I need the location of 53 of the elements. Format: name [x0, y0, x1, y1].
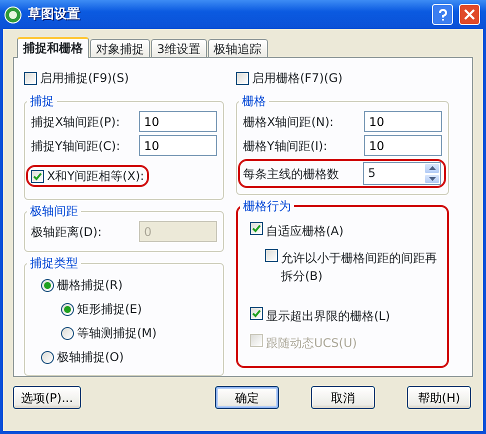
group-title: 捕捉 [29, 94, 55, 108]
input-field[interactable]: 10 [364, 135, 442, 156]
checkbox-label: 启用捕捉(F9)(S) [40, 70, 129, 87]
spin-up-icon[interactable] [424, 163, 440, 174]
spin-down-icon[interactable] [424, 174, 440, 184]
dialog-button[interactable]: 取消 [311, 386, 375, 409]
field-label: 捕捉X轴间距(P): [31, 114, 120, 130]
field-label: 捕捉Y轴间距(C): [31, 138, 120, 154]
checkbox[interactable] [265, 249, 278, 262]
radio-button[interactable] [61, 302, 74, 316]
help-button[interactable] [432, 4, 453, 25]
tab[interactable]: 捕捉和栅格 [17, 37, 89, 58]
radio-label: 栅格捕捉(R) [57, 277, 123, 294]
radio-label: 等轴测捕捉(M) [77, 325, 157, 342]
checkbox[interactable] [250, 222, 263, 235]
group-title: 极轴间距 [29, 204, 79, 218]
spin-field[interactable]: 5 [363, 162, 441, 185]
tab[interactable]: 极轴追踪 [208, 39, 268, 57]
radio-button[interactable] [41, 350, 54, 364]
checkbox[interactable] [250, 307, 263, 320]
group-title: 栅格 [241, 94, 267, 108]
checkbox-label: 显示超出界限的栅格(L) [266, 308, 390, 325]
tab[interactable]: 3维设置 [151, 39, 207, 57]
dialog-button[interactable]: 确定 [215, 386, 279, 409]
input-field[interactable]: 10 [364, 111, 442, 132]
input-field[interactable]: 10 [139, 135, 217, 156]
radio-button[interactable] [61, 326, 74, 340]
checkbox[interactable] [31, 170, 44, 182]
app-icon [4, 6, 22, 24]
checkbox[interactable] [24, 72, 37, 84]
dialog-button[interactable]: 选项(P)... [13, 386, 81, 409]
radio-label: 极轴捕捉(O) [57, 349, 124, 366]
checkbox-label: 允许以小于栅格间距的间距再拆分(B) [281, 250, 438, 285]
window-title: 草图设置 [28, 6, 80, 24]
checkbox-label: 启用栅格(F7)(G) [252, 70, 343, 87]
input-field[interactable]: 10 [139, 111, 217, 132]
field-label: 栅格Y轴间距(I): [243, 138, 328, 154]
dialog-button[interactable]: 帮助(H) [407, 386, 471, 409]
radio-button[interactable] [41, 278, 54, 292]
checkbox[interactable] [236, 72, 249, 84]
tab[interactable]: 对象捕捉 [90, 39, 150, 57]
group-title: 捕捉类型 [29, 256, 79, 270]
field-label: 栅格X轴间距(N): [243, 114, 334, 130]
group-title: 栅格行为 [242, 199, 292, 213]
field-label: 极轴距离(D): [31, 224, 102, 240]
field-label: 每条主线的栅格数 [243, 166, 339, 182]
help-icon [438, 8, 448, 20]
close-button[interactable] [459, 4, 480, 25]
checkbox-label: 自适应栅格(A) [266, 223, 344, 240]
checkbox-label: X和Y间距相等(X): [47, 168, 144, 185]
checkbox-label: 跟随动态UCS(U) [266, 335, 357, 352]
close-icon [464, 9, 475, 20]
radio-label: 矩形捕捉(E) [77, 301, 142, 318]
